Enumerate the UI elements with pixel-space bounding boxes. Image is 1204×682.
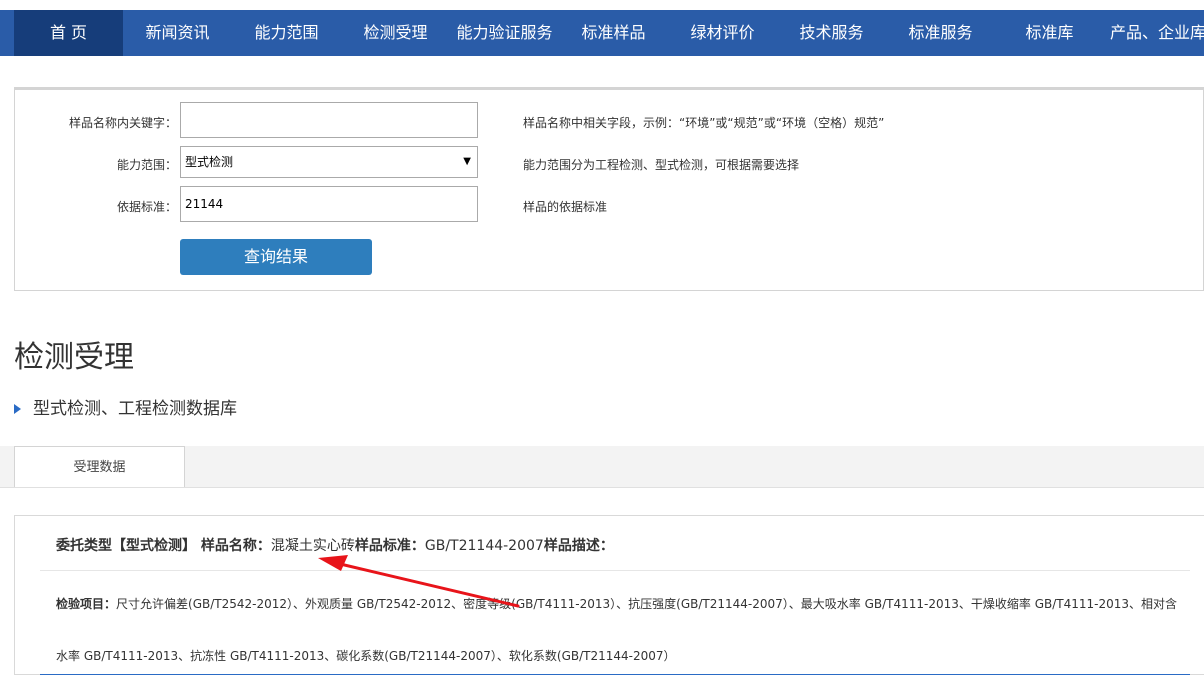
tab-strip: 受理数据	[0, 446, 1204, 488]
standard-input[interactable]: 21144	[180, 186, 478, 222]
page-title: 检测受理	[14, 340, 134, 375]
result-card: 委托类型【型式检测】 样品名称：混凝土实心砖样品标准：GB/T21144-200…	[14, 515, 1204, 675]
nav-item-reference-samples[interactable]: 标准样品	[559, 10, 668, 56]
nav-item-capability[interactable]: 能力范围	[232, 10, 341, 56]
dropdown-arrow-icon: ▼	[463, 156, 471, 167]
standard-hint: 样品的依据标准	[523, 200, 608, 214]
scope-select-value: 型式检测	[185, 155, 234, 169]
test-items-text: 尺寸允许偏差(GB/T2542-2012）、外观质量 GB/T2542-2012…	[56, 597, 1178, 663]
test-items-label: 检验项目：	[56, 597, 117, 611]
query-button[interactable]: 查询结果	[180, 239, 372, 275]
scope-hint: 能力范围分为工程检测、型式检测，可根据需要选择	[523, 158, 800, 172]
nav-item-proficiency[interactable]: 能力验证服务	[450, 10, 559, 56]
entrust-type-label: 委托类型【型式检测】 样品名称：	[56, 538, 271, 554]
keyword-input[interactable]	[180, 102, 478, 138]
nav-item-standard-library[interactable]: 标准库	[995, 10, 1104, 56]
nav-item-tech-service[interactable]: 技术服务	[777, 10, 886, 56]
scope-label: 能力范围：	[116, 158, 177, 172]
nav-item-standard-service[interactable]: 标准服务	[886, 10, 995, 56]
standard-label: 依据标准：	[116, 200, 177, 214]
subnav-link[interactable]: 型式检测、工程检测数据库	[14, 394, 237, 419]
sample-desc-label: 样品描述：	[543, 538, 614, 554]
subnav-label: 型式检测、工程检测数据库	[33, 399, 237, 419]
divider	[40, 570, 1190, 571]
top-navbar: 首 页 新闻资讯 能力范围 检测受理 能力验证服务 标准样品 绿材评价 技术服务…	[0, 10, 1204, 56]
keyword-hint: 样品名称中相关字段，示例：“环境”或“规范”或“环境（空格）规范”	[523, 116, 885, 130]
keyword-label: 样品名称内关键字：	[68, 116, 177, 130]
scope-select[interactable]: 型式检测 ▼	[180, 146, 478, 178]
sample-standard-value: GB/T21144-2007	[424, 538, 544, 554]
sample-name-value: 混凝土实心砖	[270, 538, 355, 554]
search-panel: 样品名称内关键字： 样品名称中相关字段，示例：“环境”或“规范”或“环境（空格）…	[14, 87, 1204, 291]
nav-item-home[interactable]: 首 页	[14, 10, 123, 56]
nav-item-products[interactable]: 产品、企业库	[1104, 10, 1204, 56]
sample-standard-label: 样品标准：	[354, 538, 425, 554]
nav-item-green-material[interactable]: 绿材评价	[668, 10, 777, 56]
triangle-bullet-icon	[14, 404, 21, 414]
result-heading: 委托类型【型式检测】 样品名称：混凝土实心砖样品标准：GB/T21144-200…	[56, 535, 614, 555]
test-items: 检验项目：尺寸允许偏差(GB/T2542-2012）、外观质量 GB/T2542…	[56, 578, 1186, 682]
nav-item-testing-acceptance[interactable]: 检测受理	[341, 10, 450, 56]
nav-item-news[interactable]: 新闻资讯	[123, 10, 232, 56]
tab-acceptance-data[interactable]: 受理数据	[14, 446, 185, 487]
